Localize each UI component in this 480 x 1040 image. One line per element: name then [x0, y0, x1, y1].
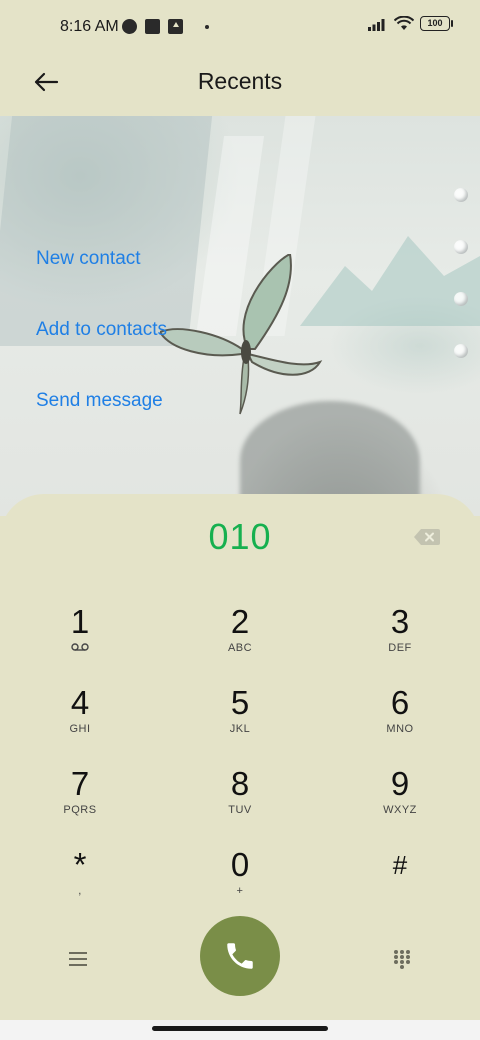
key-5[interactable]: 5 JKL	[180, 685, 300, 755]
battery-icon: 100	[420, 16, 453, 31]
app-notification-icon	[122, 19, 137, 34]
dialpad-icon	[394, 950, 410, 969]
key-digit: 9	[390, 765, 410, 802]
key-letters: JKL	[229, 723, 251, 735]
key-digit: *	[73, 846, 87, 883]
key-digit: 8	[230, 765, 250, 802]
key-digit: 7	[70, 765, 90, 802]
backspace-icon[interactable]	[414, 528, 440, 546]
menu-icon	[69, 952, 87, 966]
status-time: 8:16 AM	[60, 18, 119, 35]
wallpaper-decoration	[454, 344, 468, 358]
key-digit: 5	[230, 684, 250, 721]
key-4[interactable]: 4 GHI	[20, 685, 140, 755]
voicemail-icon	[71, 643, 89, 651]
keypad-toggle-button[interactable]	[384, 944, 420, 974]
wallpaper-background: New contact Add to contacts Send message	[0, 116, 480, 516]
system-icons: 100	[368, 16, 453, 31]
wifi-icon	[394, 16, 414, 30]
key-digit: 2	[230, 603, 250, 640]
notification-icons	[122, 19, 209, 34]
key-digit: 4	[70, 684, 90, 721]
key-letters: MNO	[386, 723, 414, 735]
phone-icon	[227, 943, 253, 969]
key-letters: GHI	[69, 723, 91, 735]
header: Recents	[0, 56, 480, 116]
key-letters: DEF	[388, 642, 412, 654]
key-hash[interactable]: #	[340, 847, 460, 917]
key-letters: WXYZ	[383, 804, 417, 816]
key-letters	[71, 642, 89, 656]
key-digit: #	[392, 850, 408, 880]
dialer-screen: 8:16 AM 100 Recents New contact Add to c…	[0, 0, 480, 1040]
square-notification-icon	[145, 19, 160, 34]
dot-icon	[205, 24, 209, 29]
dialer-actions	[0, 914, 480, 1004]
add-to-contacts-option[interactable]: Add to contacts	[36, 319, 167, 341]
home-indicator[interactable]	[152, 1026, 328, 1031]
key-6[interactable]: 6 MNO	[340, 685, 460, 755]
key-8[interactable]: 8 TUV	[180, 766, 300, 836]
key-star[interactable]: * ,	[20, 847, 140, 917]
key-letters: +	[236, 885, 244, 897]
navigation-bar	[0, 1020, 480, 1040]
page-title: Recents	[197, 68, 283, 94]
key-digit: 6	[390, 684, 410, 721]
key-letters: ,	[78, 885, 82, 897]
new-contact-option[interactable]: New contact	[36, 248, 141, 270]
key-digit: 0	[230, 846, 250, 883]
menu-button[interactable]	[60, 944, 96, 974]
key-letters: TUV	[228, 804, 252, 816]
send-message-option[interactable]: Send message	[36, 390, 163, 412]
butterfly-image	[160, 254, 323, 415]
key-9[interactable]: 9 WXYZ	[340, 766, 460, 836]
key-digit: 3	[390, 603, 410, 640]
wallpaper-decoration	[454, 188, 468, 202]
key-letters: PQRS	[63, 804, 97, 816]
key-3[interactable]: 3 DEF	[340, 604, 460, 674]
dialer-panel: 010 1 2 ABC 3 DEF 4 GHI 5 JKL 6 MNO 7 PQ…	[0, 494, 480, 1020]
key-digit: 1	[70, 603, 90, 640]
wallpaper-decoration	[454, 292, 468, 306]
wallpaper-decoration	[454, 240, 468, 254]
key-1[interactable]: 1	[20, 604, 140, 674]
upload-notification-icon	[168, 19, 183, 34]
dialed-number: 010	[208, 516, 272, 557]
status-bar: 8:16 AM 100	[0, 0, 480, 56]
key-7[interactable]: 7 PQRS	[20, 766, 140, 836]
call-button[interactable]	[200, 916, 280, 996]
signal-icon	[368, 18, 385, 31]
key-0[interactable]: 0 +	[180, 847, 300, 917]
key-letters: ABC	[227, 642, 253, 654]
key-2[interactable]: 2 ABC	[180, 604, 300, 674]
